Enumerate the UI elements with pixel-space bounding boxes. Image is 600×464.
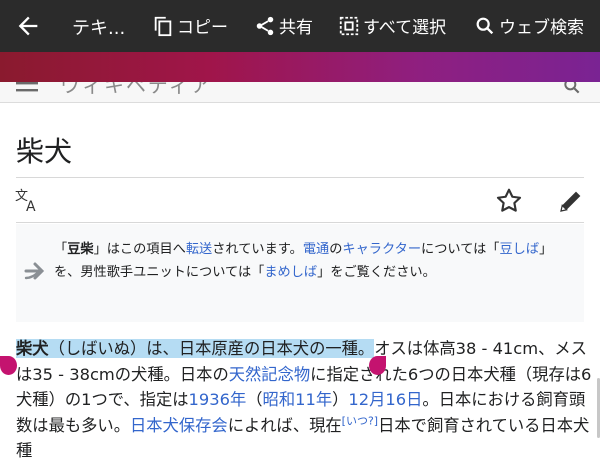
selected-text[interactable]: 柴犬（しばいぬ）は、日本原産の日本犬の一種。 bbox=[16, 339, 375, 358]
paragraph-text: ） bbox=[332, 390, 349, 409]
bold-term: 柴犬 bbox=[16, 339, 49, 358]
web-search-button[interactable]: ウェブ検索 bbox=[474, 13, 584, 38]
link-mameshiba-unit[interactable]: まめしば bbox=[264, 265, 317, 280]
back-arrow-icon[interactable] bbox=[14, 12, 42, 40]
page-title: 柴犬 bbox=[16, 135, 73, 168]
text-selection-actionbar: テキ... コピー 共有 すべて選択 ウェブ検索 bbox=[0, 0, 600, 52]
copy-button[interactable]: コピー bbox=[152, 13, 228, 38]
link-dec-16[interactable]: 12月16日 bbox=[348, 390, 422, 409]
paragraph-text: （ bbox=[246, 390, 263, 409]
paragraph-text: によれば、現在 bbox=[227, 415, 342, 435]
copy-label: コピー bbox=[177, 18, 228, 38]
web-search-label: ウェブ検索 bbox=[499, 18, 584, 38]
selected-text-part: （しばいぬ）は、日本原産の日本犬の一種。 bbox=[48, 339, 375, 358]
star-icon[interactable] bbox=[494, 186, 524, 216]
search-icon bbox=[476, 17, 494, 34]
divider bbox=[16, 222, 584, 223]
select-all-icon bbox=[339, 16, 359, 35]
link-1936[interactable]: 1936年 bbox=[189, 390, 247, 409]
hatnote-text-part: 「 bbox=[54, 242, 68, 257]
browser-toolbar-strip bbox=[0, 52, 600, 82]
hatnote-text: 「豆柴」はこの項目へ転送されています。電通のキャラクターについては「豆しば」を、… bbox=[54, 238, 574, 284]
hatnote-box: 「豆柴」はこの項目へ転送されています。電通のキャラクターについては「豆しば」を、… bbox=[16, 224, 584, 322]
share-label: 共有 bbox=[279, 18, 313, 38]
selection-handle-start[interactable] bbox=[0, 356, 17, 375]
link-showa-11[interactable]: 昭和11年 bbox=[263, 390, 333, 409]
wiki-header: ウィキペディア bbox=[0, 82, 600, 103]
hatnote-text-part: については「 bbox=[421, 242, 500, 257]
wiki-logo[interactable]: ウィキペディア bbox=[60, 82, 213, 98]
link-mameshiba[interactable]: 豆しば bbox=[500, 242, 540, 257]
edit-pencil-icon[interactable] bbox=[556, 186, 586, 216]
share-icon bbox=[256, 16, 274, 35]
select-all-button[interactable]: すべて選択 bbox=[338, 13, 446, 38]
hatnote-text-part: の bbox=[329, 242, 343, 257]
actionbar-title: テキ... bbox=[72, 18, 126, 39]
copy-icon bbox=[154, 16, 172, 36]
menu-icon[interactable] bbox=[16, 82, 38, 94]
link-character[interactable]: キャラクター bbox=[342, 242, 421, 257]
citation-when-link[interactable]: [いつ?] bbox=[342, 414, 378, 427]
select-all-label: すべて選択 bbox=[363, 18, 447, 38]
article-paragraph[interactable]: 柴犬（しばいぬ）は、日本原産の日本犬の一種。オスは体高38 - 41cm、メスは… bbox=[16, 336, 594, 464]
hatnote-text-part: 」をご覧ください。 bbox=[317, 265, 436, 280]
redirect-arrow-icon bbox=[24, 262, 45, 280]
link-natural-monument[interactable]: 天然記念物 bbox=[229, 365, 310, 384]
hatnote-text-part: 」はこの項目へ bbox=[93, 242, 186, 257]
link-dentsu[interactable]: 電通 bbox=[303, 242, 329, 257]
svg-text:A: A bbox=[26, 199, 36, 215]
share-button[interactable]: 共有 bbox=[254, 13, 313, 38]
language-icon[interactable]: 文 A bbox=[14, 186, 44, 216]
wiki-search-icon[interactable] bbox=[562, 82, 582, 96]
hatnote-text-part: されています。 bbox=[212, 242, 303, 257]
link-nihonken-hozonkai[interactable]: 日本犬保存会 bbox=[130, 416, 228, 435]
hatnote-term: 豆柴 bbox=[67, 242, 94, 257]
divider bbox=[16, 177, 584, 178]
selection-handle-end[interactable] bbox=[369, 356, 386, 375]
link-redirect[interactable]: 転送 bbox=[186, 242, 212, 257]
